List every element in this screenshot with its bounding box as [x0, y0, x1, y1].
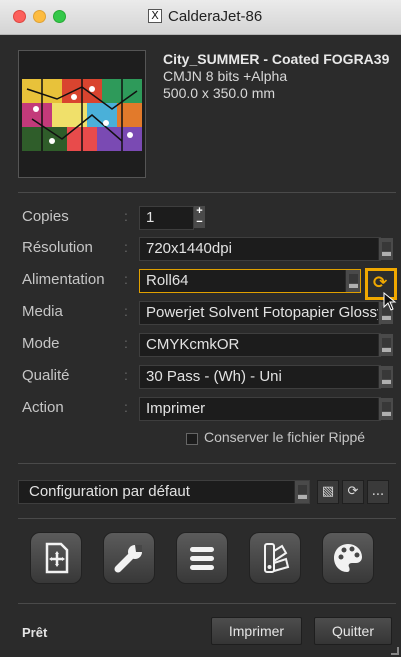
copies-label: Copies: [22, 208, 69, 225]
media-select[interactable]: Powerjet Solvent Fotopapier Glossy: [139, 301, 381, 325]
resolution-label: Résolution: [22, 239, 93, 256]
settings-tool-button[interactable]: [103, 532, 155, 584]
media-label: Media: [22, 303, 63, 320]
divider: [18, 192, 396, 193]
file-name: City_SUMMER - Coated FOGRA39: [163, 51, 390, 67]
caldera-window: X CalderaJet-86 City_SUMMER - Coated FOG…: [0, 0, 401, 657]
save-preset-button[interactable]: ▧: [317, 480, 339, 504]
add-page-icon: [45, 542, 69, 574]
action-dropdown-icon[interactable]: [378, 398, 393, 420]
mouse-pointer-icon: [383, 292, 397, 311]
colon: :: [124, 239, 128, 255]
feed-label: Alimentation: [22, 271, 105, 288]
mode-label: Mode: [22, 335, 60, 352]
feed-dropdown-icon[interactable]: [345, 270, 360, 292]
colon: :: [124, 367, 128, 383]
close-window-button[interactable]: [13, 10, 26, 23]
save-icon: ▧: [321, 484, 335, 499]
image-thumbnail: [18, 50, 146, 178]
action-select[interactable]: Imprimer: [139, 397, 381, 421]
more-preset-button[interactable]: ...: [367, 480, 389, 504]
divider: [18, 518, 396, 519]
file-dimensions: 500.0 x 350.0 mm: [163, 85, 276, 101]
colon: :: [124, 208, 128, 224]
preset-select[interactable]: Configuration par défaut: [18, 480, 310, 504]
file-color-mode: CMJN 8 bits +Alpha: [163, 68, 288, 84]
print-button[interactable]: Imprimer: [211, 617, 302, 645]
status-text: Prêt: [22, 625, 48, 640]
copies-stepper[interactable]: + −: [194, 206, 205, 228]
app-icon: X: [148, 9, 162, 23]
minimize-window-button[interactable]: [33, 10, 46, 23]
reload-preset-button[interactable]: ⟳: [342, 480, 364, 504]
divider: [18, 463, 396, 464]
zoom-window-button[interactable]: [53, 10, 66, 23]
colon: :: [124, 303, 128, 319]
colon: :: [124, 399, 128, 415]
palette-button[interactable]: [322, 532, 374, 584]
action-label: Action: [22, 399, 64, 416]
feed-select[interactable]: Roll64: [139, 269, 361, 293]
color-swatches-button[interactable]: [249, 532, 301, 584]
queue-list-icon: [190, 547, 214, 570]
refresh-icon: ⟳: [373, 273, 388, 293]
divider: [18, 603, 396, 604]
copies-input[interactable]: 1: [139, 206, 194, 230]
mode-dropdown-icon[interactable]: [378, 334, 393, 356]
quality-label: Qualité: [22, 367, 70, 384]
color-swatches-icon: [264, 543, 290, 573]
mode-select[interactable]: CMYKcmkOR: [139, 333, 381, 357]
quit-button[interactable]: Quitter: [314, 617, 392, 645]
refresh-icon: ⟳: [347, 484, 359, 499]
colon: :: [124, 335, 128, 351]
keep-ripped-label[interactable]: Conserver le fichier Rippé: [204, 429, 365, 445]
resolution-select[interactable]: 720x1440dpi: [139, 237, 381, 261]
title-bar[interactable]: X CalderaJet-86: [0, 0, 401, 35]
resolution-dropdown-icon[interactable]: [378, 238, 393, 260]
quality-dropdown-icon[interactable]: [378, 366, 393, 388]
preset-dropdown-icon[interactable]: [294, 481, 309, 503]
add-page-button[interactable]: [30, 532, 82, 584]
colon: :: [124, 271, 128, 287]
stepper-down-icon[interactable]: −: [194, 217, 205, 228]
quality-select[interactable]: 30 Pass - (Wh) - Uni: [139, 365, 381, 389]
resize-grip-icon[interactable]: [391, 647, 399, 655]
wrench-icon: [114, 545, 142, 573]
window-title: CalderaJet-86: [168, 8, 263, 25]
keep-ripped-checkbox[interactable]: [186, 433, 198, 445]
queue-button[interactable]: [176, 532, 228, 584]
palette-icon: [334, 544, 362, 572]
